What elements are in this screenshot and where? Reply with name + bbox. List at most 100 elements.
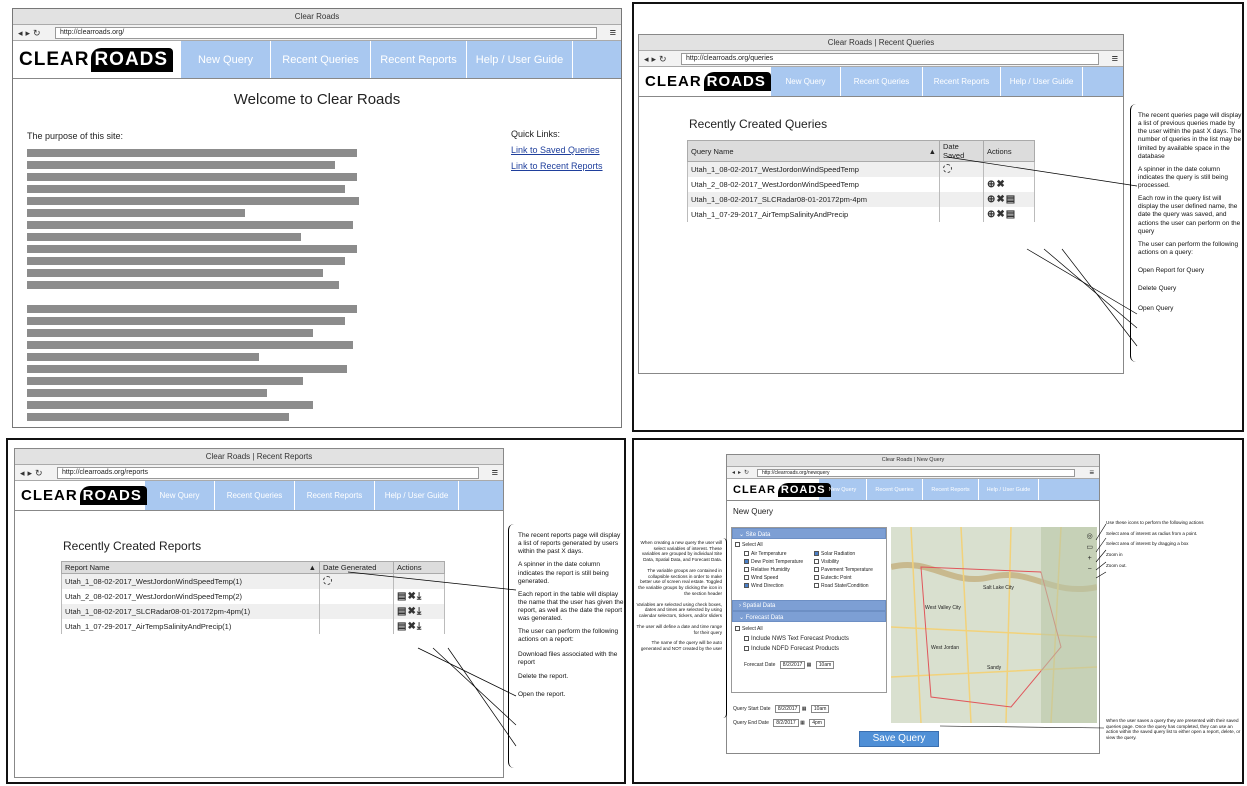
browser-toolbar: ◂▸↻ http://clearroads.org/queries ≡: [639, 51, 1123, 67]
checkbox[interactable]: Wind Direction: [744, 582, 803, 590]
nav-recent-reports[interactable]: Recent Reports: [923, 479, 979, 500]
collapse-icon[interactable]: ⌄: [739, 615, 746, 621]
menu-icon[interactable]: ≡: [610, 26, 616, 40]
menu-icon[interactable]: ≡: [1112, 52, 1118, 66]
menu-icon[interactable]: ≡: [1089, 468, 1094, 478]
start-time-input[interactable]: 10am: [810, 705, 830, 713]
nav-new-query[interactable]: New Query: [771, 67, 841, 96]
magnifier-icon[interactable]: ⊕: [987, 179, 995, 190]
nav-recent-reports[interactable]: Recent Reports: [923, 67, 1001, 96]
delete-icon[interactable]: ✖: [407, 606, 415, 617]
link-saved-queries[interactable]: Link to Saved Queries: [511, 145, 603, 155]
nav-arrows-icon[interactable]: ◂▸↻: [732, 468, 752, 478]
nav-recent-queries[interactable]: Recent Queries: [271, 41, 371, 78]
address-bar[interactable]: http://clearroads.org/: [55, 27, 597, 39]
checkbox[interactable]: Air Temperature: [744, 550, 803, 558]
address-bar[interactable]: http://clearroads.org/reports: [57, 467, 479, 479]
magnifier-icon[interactable]: ⊕: [987, 209, 995, 220]
document-icon[interactable]: ▤: [397, 606, 406, 617]
table-row[interactable]: Utah_1_07-29-2017_AirTempSalinityAndPrec…: [61, 619, 445, 634]
box-select-icon[interactable]: ▭: [1086, 542, 1093, 553]
start-date-input[interactable]: 8/2/2017: [774, 705, 801, 713]
nav-arrows-icon[interactable]: ◂▸↻: [20, 466, 46, 480]
actions-cell: ⊕✖▤: [983, 207, 1035, 222]
select-all-checkbox[interactable]: Select All: [735, 626, 763, 632]
col-query-name[interactable]: Query Name ▲: [687, 140, 940, 162]
document-icon[interactable]: ▤: [397, 621, 406, 632]
nav-arrows-icon[interactable]: ◂▸↻: [644, 52, 670, 66]
document-icon[interactable]: ▤: [1006, 194, 1015, 205]
nav-recent-reports[interactable]: Recent Reports: [295, 481, 375, 510]
document-icon[interactable]: ▤: [397, 591, 406, 602]
nav-help[interactable]: Help / User Guide: [1001, 67, 1083, 96]
nav-recent-queries[interactable]: Recent Queries: [867, 479, 923, 500]
magnifier-icon[interactable]: ⊕: [987, 194, 995, 205]
table-row[interactable]: Utah_1_08-02-2017_SLCRadar08-01-20172pm-…: [61, 604, 445, 619]
nav-new-query[interactable]: New Query: [819, 479, 867, 500]
nav-new-query[interactable]: New Query: [181, 41, 271, 78]
forecast-data-header[interactable]: ⌄ Forecast Data: [732, 611, 886, 622]
nav-arrows-icon[interactable]: ◂▸↻: [18, 26, 44, 40]
sort-arrow-icon[interactable]: ▲: [309, 563, 316, 572]
nav-recent-queries[interactable]: Recent Queries: [841, 67, 923, 96]
site-data-header[interactable]: ⌄ Site Data: [732, 528, 886, 539]
zoom-in-icon[interactable]: +: [1086, 553, 1093, 564]
checkbox[interactable]: Visibility: [814, 558, 873, 566]
sort-arrow-icon[interactable]: ▲: [929, 147, 936, 156]
download-icon[interactable]: ⤓: [417, 606, 421, 617]
radius-select-icon[interactable]: ◎: [1086, 531, 1093, 542]
table-row[interactable]: Utah_1_08-02-2017_WestJordonWindSpeedTem…: [687, 161, 1035, 177]
select-all-checkbox[interactable]: Select All: [735, 542, 763, 548]
placeholder-line: [27, 329, 313, 337]
nav-new-query[interactable]: New Query: [145, 481, 215, 510]
delete-icon[interactable]: ✖: [407, 591, 415, 602]
nav-recent-reports[interactable]: Recent Reports: [371, 41, 467, 78]
delete-icon[interactable]: ✖: [996, 179, 1004, 190]
forecast-time-input[interactable]: 10am: [815, 661, 835, 669]
table-row[interactable]: Utah_2_08-02-2017_WestJordonWindSpeedTem…: [687, 177, 1035, 192]
table-row[interactable]: Utah_2_08-02-2017_WestJordonWindSpeedTem…: [61, 589, 445, 604]
area-map[interactable]: Salt Lake City West Valley City West Jor…: [891, 527, 1097, 723]
collapse-icon[interactable]: ⌄: [739, 532, 746, 538]
checkbox[interactable]: Eutectic Point: [814, 574, 873, 582]
annotation-notes: The recent reports page will display a l…: [518, 532, 624, 704]
table-row[interactable]: Utah_1_08-02-2017_WestJordonWindSpeedTem…: [61, 573, 445, 589]
checkbox[interactable]: Relative Humidity: [744, 566, 803, 574]
address-bar[interactable]: http://clearroads.org/queries: [681, 53, 1099, 65]
col-report-name[interactable]: Report Name ▲: [61, 561, 320, 574]
forecast-date-input[interactable]: 8/2/2017: [779, 661, 806, 669]
note: The name of the query will be auto gener…: [640, 640, 722, 652]
table-row[interactable]: Utah_1_07-29-2017_AirTempSalinityAndPrec…: [687, 207, 1035, 222]
end-date-input[interactable]: 8/2/2017: [773, 719, 799, 727]
end-time-input[interactable]: 4pm: [809, 719, 825, 727]
download-icon[interactable]: ⤓: [417, 621, 421, 632]
calendar-icon[interactable]: ▦: [807, 662, 812, 668]
address-bar[interactable]: http://clearroads.org/newquery: [757, 469, 1075, 477]
nav-help[interactable]: Help / User Guide: [467, 41, 573, 78]
menu-icon[interactable]: ≡: [492, 466, 498, 480]
checkbox[interactable]: Solar Radiation: [814, 550, 873, 558]
checkbox[interactable]: Wind Speed: [744, 574, 803, 582]
download-icon[interactable]: ⤓: [417, 591, 421, 602]
delete-icon[interactable]: ✖: [996, 209, 1004, 220]
ndfd-checkbox[interactable]: Include NDFD Forecast Products: [744, 646, 839, 652]
table-row[interactable]: Utah_1_08-02-2017_SLCRadar08-01-20172pm-…: [687, 192, 1035, 207]
note: The recent reports page will display a l…: [518, 532, 621, 556]
calendar-icon[interactable]: ▦: [802, 706, 807, 712]
checkbox[interactable]: Pavement Temperature: [814, 566, 873, 574]
zoom-out-icon[interactable]: −: [1086, 564, 1093, 575]
date-cell: [319, 619, 394, 634]
nws-checkbox[interactable]: Include NWS Text Forecast Products: [744, 636, 849, 642]
checkbox[interactable]: Road State/Condition: [814, 582, 873, 590]
calendar-icon[interactable]: ▦: [800, 720, 805, 726]
nav-recent-queries[interactable]: Recent Queries: [215, 481, 295, 510]
nav-help[interactable]: Help / User Guide: [375, 481, 459, 510]
nav-help[interactable]: Help / User Guide: [979, 479, 1039, 500]
document-icon[interactable]: ▤: [1006, 209, 1015, 220]
delete-icon[interactable]: ✖: [996, 194, 1004, 205]
delete-icon[interactable]: ✖: [407, 621, 415, 632]
link-recent-reports[interactable]: Link to Recent Reports: [511, 161, 603, 171]
checkbox[interactable]: Dew Point Temperature: [744, 558, 803, 566]
save-query-button[interactable]: Save Query: [859, 731, 939, 747]
spatial-data-header[interactable]: › Spatial Data: [732, 600, 886, 611]
